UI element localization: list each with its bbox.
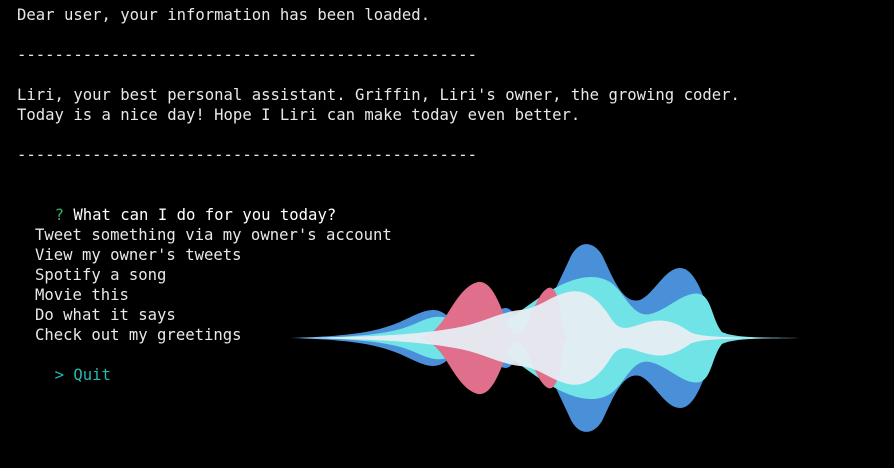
- menu-item-view-tweets[interactable]: View my owner's tweets: [35, 245, 242, 265]
- siri-waveform-icon: [290, 244, 874, 432]
- divider-top: ----------------------------------------…: [17, 46, 478, 64]
- menu-item-movie[interactable]: Movie this: [35, 285, 129, 305]
- terminal-window: Dear user, your information has been loa…: [0, 0, 894, 468]
- divider-bottom: ----------------------------------------…: [17, 146, 478, 164]
- menu-item-spotify[interactable]: Spotify a song: [35, 265, 166, 285]
- menu-item-quit[interactable]: > Quit: [17, 345, 111, 384]
- intro-line-2: Today is a nice day! Hope I Liri can mak…: [17, 106, 581, 124]
- menu-item-greetings[interactable]: Check out my greetings: [35, 325, 242, 345]
- menu-item-quit-label: Quit: [73, 366, 111, 384]
- wave-white-layer: [294, 291, 866, 385]
- welcome-message: Dear user, your information has been loa…: [17, 6, 431, 24]
- prompt-question: What can I do for you today?: [73, 206, 337, 224]
- intro-line-1: Liri, your best personal assistant. Grif…: [17, 86, 740, 104]
- prompt-question-icon: ?: [54, 206, 64, 224]
- menu-item-do-what-it-says[interactable]: Do what it says: [35, 305, 176, 325]
- prompt-line: ? What can I do for you today?: [17, 185, 337, 224]
- selection-chevron-icon: >: [54, 366, 64, 384]
